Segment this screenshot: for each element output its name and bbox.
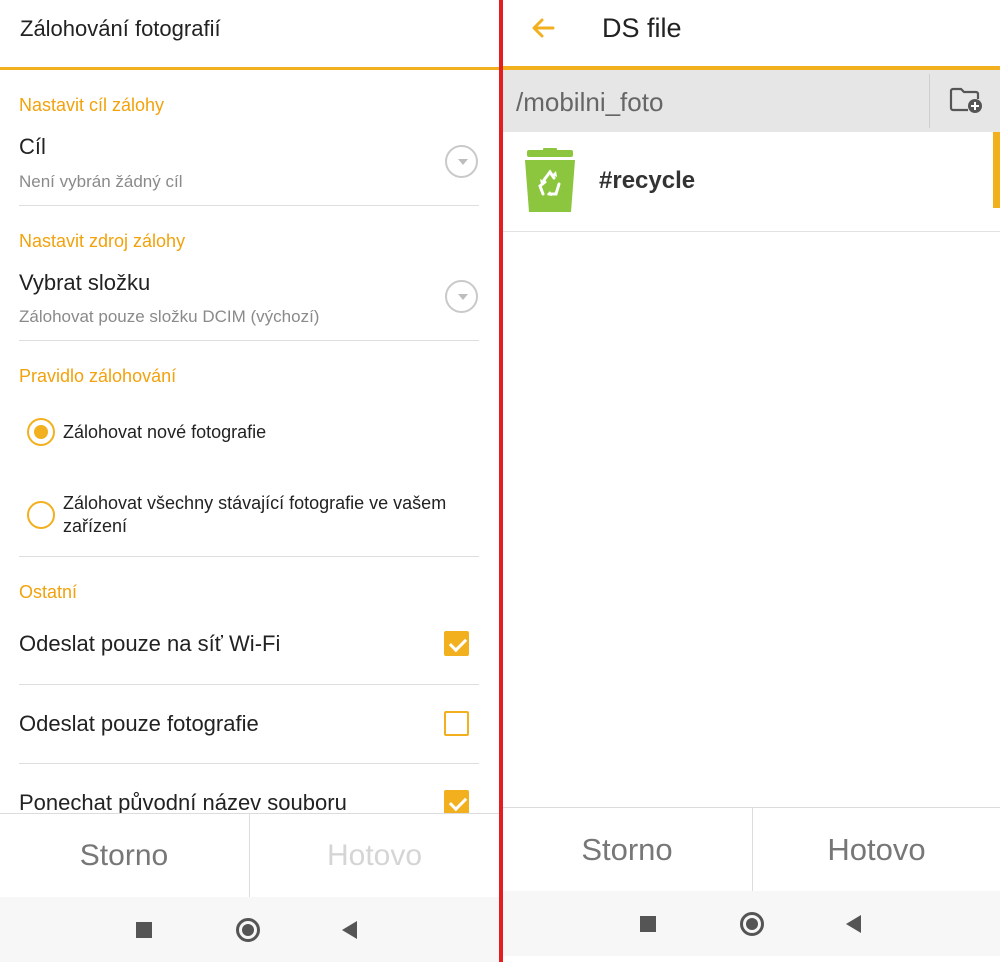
header-accent-line <box>0 67 499 70</box>
option-label: Odeslat pouze fotografie <box>19 711 259 736</box>
radio-label: Zálohovat všechny stávající fotografie v… <box>63 493 447 536</box>
cancel-button[interactable]: Storno <box>0 814 248 898</box>
section-label-rule: Pravidlo zálohování <box>19 366 177 386</box>
current-path: /mobilni_foto <box>516 87 664 117</box>
checkbox[interactable] <box>444 711 469 736</box>
path-bar: /mobilni_foto <box>503 70 1000 132</box>
backup-settings-pane: Zálohování fotografií Nastavit cíl záloh… <box>0 0 499 962</box>
back-arrow-icon[interactable] <box>529 14 557 42</box>
scrollbar-thumb[interactable] <box>993 132 1000 208</box>
footer-bar: Storno Hotovo <box>0 813 499 898</box>
recents-square-icon[interactable] <box>136 922 152 938</box>
option-label: Odeslat pouze na síť Wi-Fi <box>19 631 281 656</box>
page-title: DS file <box>602 13 682 43</box>
home-circle-icon[interactable] <box>236 918 260 942</box>
checkbox-checked[interactable] <box>444 631 469 656</box>
recycle-bin-icon <box>525 148 575 212</box>
new-folder-icon[interactable] <box>949 86 983 114</box>
done-button[interactable]: Hotovo <box>752 808 1000 892</box>
file-list-item[interactable]: #recycle <box>503 132 1000 231</box>
radio-button-selected[interactable] <box>27 418 55 446</box>
section-label-source: Nastavit zdroj zálohy <box>19 231 186 251</box>
file-name: #recycle <box>599 167 696 194</box>
recents-square-icon[interactable] <box>640 916 656 932</box>
dropdown-icon[interactable] <box>445 145 478 178</box>
path-separator <box>929 74 930 128</box>
system-navigation-bar <box>0 897 499 962</box>
home-circle-icon[interactable] <box>740 912 764 936</box>
radio-button[interactable] <box>27 501 55 529</box>
checkbox-checked[interactable] <box>444 790 469 815</box>
divider <box>503 231 1000 232</box>
app-bar: Zálohování fotografií <box>0 0 499 67</box>
system-navigation-bar <box>503 891 1000 956</box>
screen: Zálohování fotografií Nastavit cíl záloh… <box>0 0 1000 962</box>
section-label-other: Ostatní <box>19 582 78 602</box>
destination-subtitle: Není vybrán žádný cíl <box>19 172 183 191</box>
back-triangle-icon[interactable] <box>342 921 357 939</box>
divider <box>19 684 479 685</box>
back-triangle-icon[interactable] <box>846 915 861 933</box>
divider <box>19 205 479 206</box>
source-title: Vybrat složku <box>19 270 151 295</box>
app-bar: DS file <box>503 0 1000 66</box>
radio-label: Zálohovat nové fotografie <box>63 422 267 442</box>
cancel-button[interactable]: Storno <box>503 808 751 892</box>
section-label-destination: Nastavit cíl zálohy <box>19 95 165 115</box>
dropdown-icon[interactable] <box>445 280 478 313</box>
ds-file-pane: DS file /mobilni_foto #recycle Storno Ho… <box>503 0 1000 962</box>
footer-bar: Storno Hotovo <box>503 807 1000 892</box>
destination-title: Cíl <box>19 134 46 159</box>
divider <box>19 556 479 557</box>
done-button[interactable]: Hotovo <box>249 814 499 898</box>
page-title: Zálohování fotografií <box>20 16 221 41</box>
divider <box>19 763 479 764</box>
divider <box>19 340 479 341</box>
source-subtitle: Zálohovat pouze složku DCIM (výchozí) <box>19 307 320 326</box>
